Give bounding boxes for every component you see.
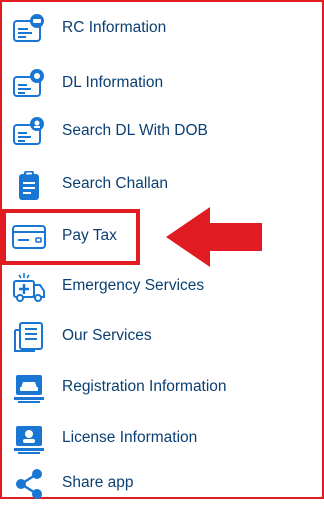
menu-item-label: Our Services — [62, 327, 152, 344]
menu-item-label: License Information — [62, 429, 198, 446]
menu-item-label: Search Challan — [62, 175, 168, 192]
menu-item-label: DL Information — [62, 74, 164, 91]
menu-item-registration-information[interactable]: Registration Information — [2, 364, 322, 414]
license-icon — [12, 422, 46, 456]
menu-item-share-app[interactable]: Share app — [2, 460, 322, 510]
menu-item-rc-information[interactable]: RC Information — [2, 5, 322, 55]
menu-item-our-services[interactable]: Our Services — [2, 313, 322, 363]
services-document-icon — [12, 320, 46, 354]
car-registration-icon — [12, 371, 46, 405]
highlight-box — [2, 209, 140, 265]
menu-item-label: Emergency Services — [62, 277, 205, 294]
rc-card-icon — [12, 12, 46, 46]
menu-item-license-information[interactable]: License Information — [2, 415, 322, 465]
menu-item-dl-information[interactable]: DL Information — [2, 60, 322, 110]
menu-item-emergency-services[interactable]: Emergency Services — [2, 263, 322, 313]
menu-item-search-dl-with-dob[interactable]: Search DL With DOB — [2, 108, 322, 158]
ambulance-icon — [12, 270, 46, 304]
menu-item-label: RC Information — [62, 19, 167, 36]
pointer-arrow-icon — [166, 207, 262, 267]
dl-card-icon — [12, 67, 46, 101]
menu-item-search-challan[interactable]: Search Challan — [2, 161, 322, 211]
share-icon — [12, 467, 46, 501]
menu-item-label: Share app — [62, 474, 134, 491]
menu-item-label: Search DL With DOB — [62, 122, 208, 139]
menu-item-label: Registration Information — [62, 378, 227, 395]
clipboard-icon — [12, 168, 46, 202]
dl-search-icon — [12, 115, 46, 149]
